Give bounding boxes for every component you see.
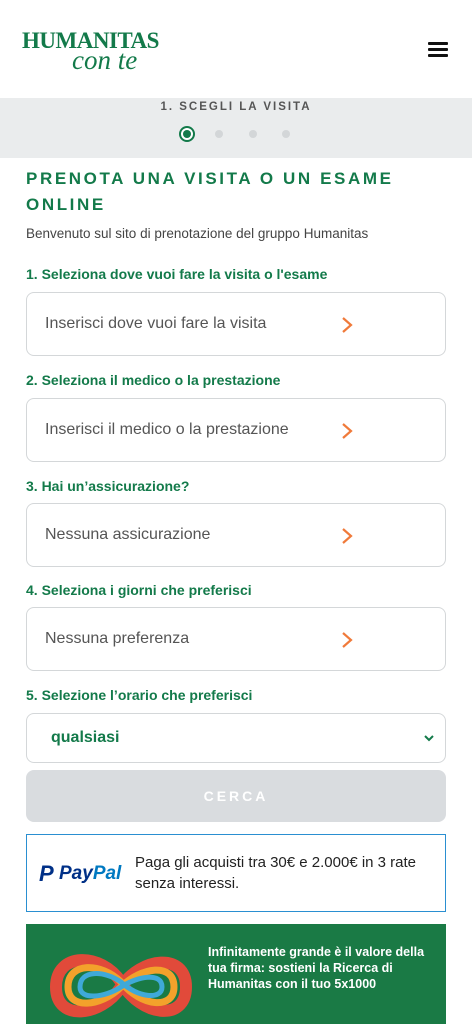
chevron-right-icon: [342, 317, 353, 333]
doctor-label: 2. Seleziona il medico o la prestazione: [26, 372, 281, 388]
5x1000-banner[interactable]: Infinitamente grande è il valore della t…: [26, 924, 446, 1024]
search-button[interactable]: CERCA: [26, 770, 446, 822]
location-label: 1. Seleziona dove vuoi fare la visita o …: [26, 266, 328, 282]
doctor-field[interactable]: Inserisci il medico o la prestazione: [26, 398, 446, 462]
infinity-icon: [49, 954, 193, 1018]
paypal-logo: P PayPal: [39, 861, 133, 886]
paypal-wordmark: PayPal: [59, 863, 121, 885]
step-dot-1: [179, 126, 195, 142]
paypal-promo[interactable]: P PayPal Paga gli acquisti tra 30€ e 2.0…: [26, 834, 446, 912]
time-select-value: qualsiasi: [51, 729, 120, 746]
5x1000-banner-text: Infinitamente grande è il valore della t…: [208, 945, 425, 991]
insurance-field[interactable]: Nessuna assicurazione: [26, 503, 446, 567]
header: HUMANITAS con te: [0, 0, 472, 98]
chevron-right-icon: [342, 423, 353, 439]
days-label: 4. Seleziona i giorni che preferisci: [26, 582, 252, 598]
humanitas-logo[interactable]: HUMANITAS con te: [22, 28, 162, 75]
logo-bottom-text: con te: [72, 45, 138, 75]
step-dot-4: [282, 130, 290, 138]
paypal-pay: Pay: [59, 863, 93, 884]
location-field[interactable]: Inserisci dove vuoi fare la visita: [26, 292, 446, 356]
step-dot-3: [249, 130, 257, 138]
insurance-placeholder: Nessuna assicurazione: [45, 526, 211, 543]
page-title: PRENOTA UNA VISITA O UN ESAME ONLINE: [26, 169, 394, 214]
time-label: 5. Selezione l’orario che preferisci: [26, 687, 253, 703]
paypal-pal: Pal: [92, 863, 122, 884]
step-dot-2: [215, 130, 223, 138]
progress-stepper: 1. SCEGLI LA VISITA: [0, 98, 472, 158]
chevron-right-icon: [342, 632, 353, 648]
days-field[interactable]: Nessuna preferenza: [26, 607, 446, 671]
time-select[interactable]: qualsiasi: [26, 713, 446, 763]
chevron-down-icon: [424, 735, 434, 742]
page-subtitle: Benvenuto sul sito di prenotazione del g…: [26, 226, 369, 241]
paypal-p-icon: P: [39, 861, 54, 886]
days-placeholder: Nessuna preferenza: [45, 630, 190, 647]
doctor-placeholder: Inserisci il medico o la prestazione: [45, 421, 289, 438]
location-placeholder: Inserisci dove vuoi fare la visita: [45, 315, 267, 332]
chevron-right-icon: [342, 528, 353, 544]
paypal-promo-text: Paga gli acquisti tra 30€ e 2.000€ in 3 …: [135, 854, 417, 892]
hamburger-menu-icon[interactable]: [428, 42, 448, 58]
step-label: 1. SCEGLI LA VISITA: [160, 101, 312, 113]
insurance-label: 3. Hai un’assicurazione?: [26, 478, 190, 494]
